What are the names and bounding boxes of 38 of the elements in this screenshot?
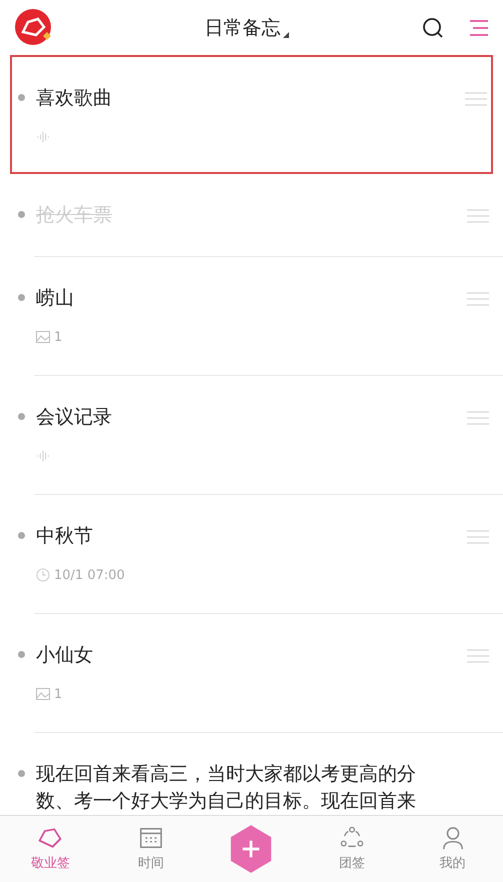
bullet-icon bbox=[18, 294, 25, 301]
audio-wave-icon bbox=[36, 130, 50, 144]
drag-handle-icon[interactable] bbox=[467, 649, 489, 663]
bullet-icon bbox=[18, 651, 25, 658]
bullet-icon bbox=[18, 94, 25, 101]
team-icon bbox=[339, 826, 366, 850]
corner-caret-icon[interactable] bbox=[282, 32, 288, 38]
audio-wave-icon bbox=[36, 449, 50, 463]
app-logo-icon[interactable] bbox=[14, 8, 54, 48]
image-icon bbox=[36, 330, 50, 344]
selected-note[interactable]: 喜欢歌曲 bbox=[10, 55, 493, 174]
logo-icon bbox=[37, 826, 64, 850]
search-icon[interactable] bbox=[421, 16, 445, 40]
clock-icon bbox=[36, 568, 50, 582]
bullet-icon bbox=[18, 413, 25, 420]
drag-handle-icon[interactable] bbox=[467, 411, 489, 425]
drag-handle-icon[interactable] bbox=[467, 292, 489, 306]
bullet-icon bbox=[18, 532, 25, 539]
note-title[interactable]: 小仙女 bbox=[36, 642, 424, 669]
note-meta: 1 bbox=[54, 686, 62, 702]
note-title[interactable]: 会议记录 bbox=[36, 404, 424, 431]
bullet-icon bbox=[18, 211, 25, 218]
page-title[interactable]: 日常备忘 bbox=[204, 14, 280, 40]
add-button[interactable] bbox=[229, 824, 274, 874]
note-title[interactable]: 现在回首来看高三，当时大家都以考更高的分数、考一个好大学为自己的目标。现在回首来 bbox=[36, 761, 424, 815]
note-title[interactable]: 崂山 bbox=[36, 285, 424, 312]
drag-handle-icon[interactable] bbox=[465, 92, 487, 106]
bullet-icon bbox=[18, 770, 25, 777]
note-title[interactable]: 喜欢歌曲 bbox=[36, 85, 424, 112]
drag-handle-icon[interactable] bbox=[467, 530, 489, 544]
image-icon bbox=[36, 687, 50, 701]
nav-tab[interactable]: 敬业签 bbox=[26, 822, 74, 876]
drag-handle-icon[interactable] bbox=[467, 209, 489, 223]
note-meta: 10/1 07:00 bbox=[54, 568, 125, 582]
calendar-icon bbox=[138, 826, 164, 850]
note-title[interactable]: 中秋节 bbox=[36, 523, 424, 550]
plus-icon bbox=[229, 824, 274, 874]
note-meta: 1 bbox=[54, 330, 62, 344]
